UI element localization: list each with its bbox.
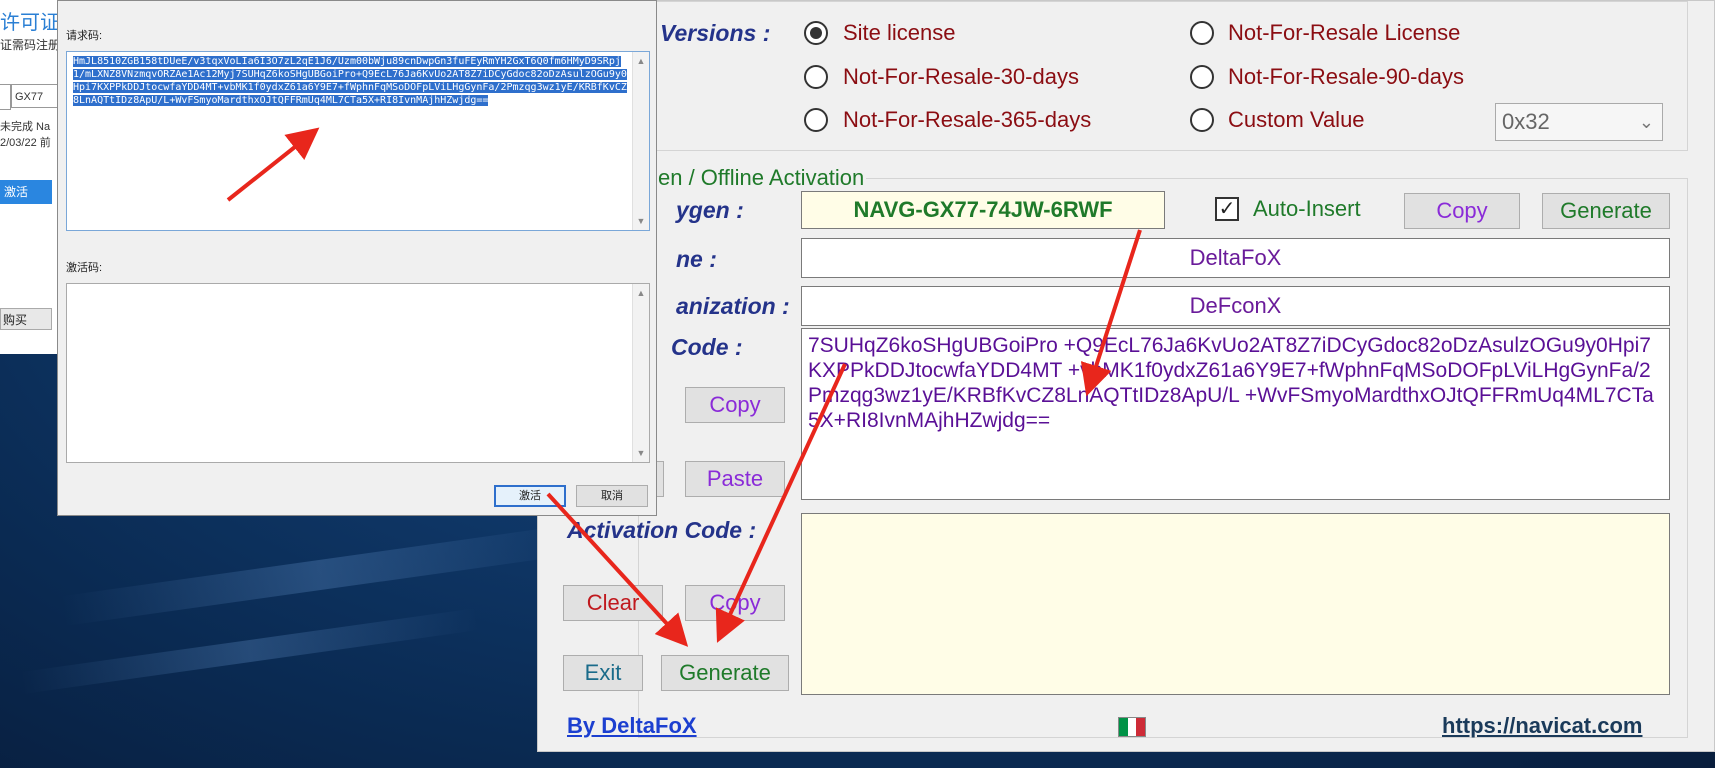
clear-button[interactable]: Clear xyxy=(563,585,663,621)
generate-activation-button[interactable]: Generate xyxy=(661,655,789,691)
request-code-label: Code : xyxy=(671,334,743,360)
name-field[interactable]: DeltaFoX xyxy=(801,238,1670,278)
generate-serial-button[interactable]: Generate xyxy=(1542,193,1670,229)
radio-label: Not-For-Resale-90-days xyxy=(1228,64,1464,89)
auto-insert-label: Auto-Insert xyxy=(1253,196,1361,221)
scroll-down-icon[interactable]: ▼ xyxy=(633,446,649,460)
bg-activate-button[interactable]: 激活 xyxy=(0,180,52,204)
activation-code-label: Activation Code : xyxy=(567,517,757,543)
versions-label: Versions : xyxy=(660,20,771,46)
radio-nfr-365[interactable] xyxy=(804,108,828,132)
keygen-window: Versions : Site license Not-For-Resale L… xyxy=(537,0,1715,752)
activation-code-field[interactable] xyxy=(801,513,1670,695)
radio-nfr-90[interactable] xyxy=(1190,65,1214,89)
copy-activation-button[interactable]: Copy xyxy=(685,585,785,621)
scrollbar[interactable]: ▲ ▼ xyxy=(632,284,649,462)
serial-field[interactable]: NAVG-GX77-74JW-6RWF xyxy=(801,191,1165,229)
dialog-activate-button[interactable]: 激活 xyxy=(494,485,566,507)
copy-request-button[interactable]: Copy xyxy=(685,387,785,423)
navicat-link[interactable]: https://navicat.com xyxy=(1442,713,1642,739)
desktop-light-streak xyxy=(60,523,580,627)
radio-label: Not-For-Resale-30-days xyxy=(843,64,1079,89)
request-code-dialog-label: 请求码: xyxy=(66,30,103,42)
activation-code-dialog-label: 激活码: xyxy=(66,262,103,274)
bg-window-subtitle: 证需码注册 xyxy=(0,38,61,52)
request-code-field[interactable]: 7SUHqZ6koSHgUBGoiPro +Q9EcL76Ja6KvUo2AT8… xyxy=(801,328,1670,500)
radio-site-license[interactable] xyxy=(804,21,828,45)
scrollbar[interactable]: ▲ ▼ xyxy=(632,52,649,230)
custom-value-select[interactable]: 0x32 ⌄ xyxy=(1495,103,1663,141)
radio-label: Not-For-Resale-365-days xyxy=(843,107,1092,132)
group-title: en / Offline Activation xyxy=(656,165,867,191)
radio-label: Custom Value xyxy=(1228,107,1365,132)
radio-label: Site license xyxy=(843,20,956,45)
radio-nfr-30[interactable] xyxy=(804,65,828,89)
custom-value-text: 0x32 xyxy=(1502,109,1550,134)
radio-label: Not-For-Resale License xyxy=(1228,20,1461,45)
bg-buy-button[interactable]: 购买 xyxy=(0,308,52,330)
organization-label: anization : xyxy=(676,293,790,319)
copy-serial-button[interactable]: Copy xyxy=(1404,193,1520,229)
bg-input-part[interactable] xyxy=(0,84,11,110)
request-code-textarea[interactable]: HmJL8510ZGB158tDUeE/v3tqxVoLIa6I3O7zL2qE… xyxy=(66,51,650,231)
activation-code-textarea[interactable]: ▲ ▼ xyxy=(66,283,650,463)
bg-key-input[interactable]: GX77 xyxy=(11,84,59,108)
radio-custom-value[interactable] xyxy=(1190,108,1214,132)
dialog-cancel-button[interactable]: 取消 xyxy=(576,485,648,507)
bg-date-line: 2/03/22 前 xyxy=(0,137,51,149)
request-code-dialog: 请求码: HmJL8510ZGB158tDUeE/v3tqxVoLIa6I3O7… xyxy=(57,0,657,516)
author-link[interactable]: By DeltaFoX xyxy=(567,713,697,739)
scroll-up-icon[interactable]: ▲ xyxy=(633,286,649,300)
radio-nfr-license[interactable] xyxy=(1190,21,1214,45)
scroll-up-icon[interactable]: ▲ xyxy=(633,54,649,68)
auto-insert-checkbox[interactable]: ✓ xyxy=(1215,197,1239,221)
bg-status-line: 未完成 Na xyxy=(0,121,51,133)
exit-button[interactable]: Exit xyxy=(563,655,643,691)
chevron-down-icon: ⌄ xyxy=(1638,112,1654,132)
request-code-selected-text: HmJL8510ZGB158tDUeE/v3tqxVoLIa6I3O7zL2qE… xyxy=(73,56,627,106)
name-label: ne : xyxy=(676,246,717,272)
organization-field[interactable]: DeFconX xyxy=(801,286,1670,326)
paste-request-button[interactable]: Paste xyxy=(685,461,785,497)
keygen-label: ygen : xyxy=(676,197,744,223)
italy-flag-icon xyxy=(1118,717,1146,737)
scroll-down-icon[interactable]: ▼ xyxy=(633,214,649,228)
bg-window-title: 许可证 xyxy=(0,12,60,34)
